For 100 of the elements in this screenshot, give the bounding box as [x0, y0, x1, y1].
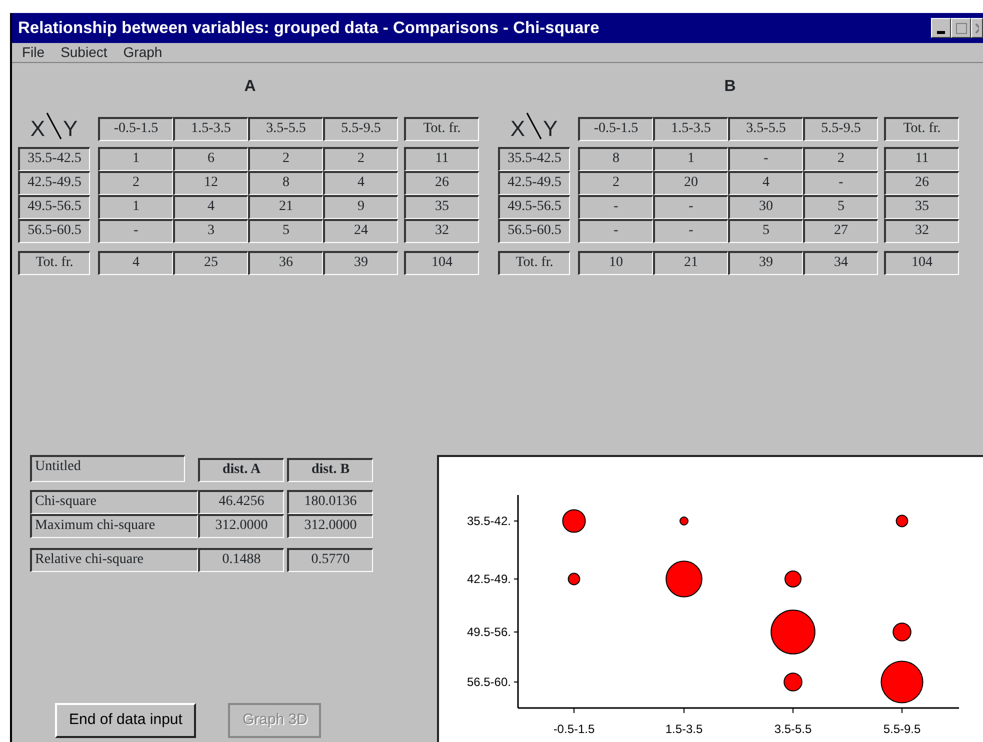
table-cell: 35	[884, 195, 959, 219]
menu-item[interactable]: Subiect	[58, 43, 110, 62]
table-cell: 12	[173, 171, 248, 195]
axis-label: 3.5-5.5	[774, 722, 812, 736]
row-header: 56.5-60.5	[18, 219, 90, 243]
table-cell: 4	[98, 251, 173, 275]
table-cell: 4	[173, 195, 248, 219]
row-header: Chi-square	[30, 490, 198, 514]
column-header: 5.5-9.5	[803, 117, 878, 141]
table-cell: 21	[653, 251, 728, 275]
table-cell: 35	[404, 195, 479, 219]
table-cell: 5	[728, 219, 803, 243]
table-title: B	[724, 77, 736, 97]
table-cell: 0.1488	[198, 548, 284, 572]
table-cell: 26	[884, 171, 959, 195]
table-cell: 39	[728, 251, 803, 275]
row-header: 35.5-42.5	[18, 147, 90, 171]
axis-label: Y	[63, 117, 78, 141]
button[interactable]: End of data input	[55, 703, 196, 738]
table-cell: 1	[653, 147, 728, 171]
table-cell: -	[578, 195, 653, 219]
axis-label: -0.5-1.5	[553, 722, 595, 736]
table-cell: 21	[248, 195, 323, 219]
column-header: dist. B	[287, 458, 373, 482]
row-header: Relative chi-square	[30, 548, 198, 572]
table-cell: 180.0136	[287, 490, 373, 514]
table-cell: 39	[323, 251, 398, 275]
table-cell: 25	[173, 251, 248, 275]
table-cell: 30	[728, 195, 803, 219]
table-cell: 312.0000	[198, 514, 284, 538]
table-cell: 3	[173, 219, 248, 243]
table-cell: 24	[323, 219, 398, 243]
row-header: 49.5-56.5	[18, 195, 90, 219]
table-cell: 8	[248, 171, 323, 195]
axis-label: X	[510, 117, 525, 141]
table-cell: 312.0000	[287, 514, 373, 538]
row-header: Tot. fr.	[18, 251, 90, 275]
axis-label: 49.5-56.	[466, 625, 511, 639]
table-cell: 1	[98, 147, 173, 171]
row-header: 35.5-42.5	[498, 147, 570, 171]
row-header: 56.5-60.5	[498, 219, 570, 243]
table-cell: 27	[803, 219, 878, 243]
table-cell: -	[653, 219, 728, 243]
column-header: -0.5-1.5	[98, 117, 173, 141]
axis-label: 56.5-60.	[466, 675, 511, 689]
table-cell: 104	[404, 251, 479, 275]
table-cell: 32	[404, 219, 479, 243]
table-cell: 20	[653, 171, 728, 195]
table-cell: 0.5770	[287, 548, 373, 572]
column-header: Tot. fr.	[884, 117, 959, 141]
table-cell: 46.4256	[198, 490, 284, 514]
table-cell: 4	[728, 171, 803, 195]
window-title: Relationship between variables: grouped data - Comparisons - Chi-square	[18, 18, 600, 39]
axis-label: Y	[543, 117, 558, 141]
table-cell: 9	[323, 195, 398, 219]
table-cell: 5	[803, 195, 878, 219]
table-cell: 2	[248, 147, 323, 171]
table-cell: 26	[404, 171, 479, 195]
axis-label: X	[30, 117, 45, 141]
table-cell: 104	[884, 251, 959, 275]
axis-label: 1.5-3.5	[665, 722, 703, 736]
title-field[interactable]: Untitled	[30, 455, 185, 482]
table-cell: 8	[578, 147, 653, 171]
column-header: -0.5-1.5	[578, 117, 653, 141]
table-cell: 34	[803, 251, 878, 275]
table-cell: 5	[248, 219, 323, 243]
column-header: 1.5-3.5	[653, 117, 728, 141]
column-header: 5.5-9.5	[323, 117, 398, 141]
table-cell: -	[578, 219, 653, 243]
table-cell: 1	[98, 195, 173, 219]
table-cell: 11	[884, 147, 959, 171]
table-title: A	[244, 77, 256, 97]
column-header: 3.5-5.5	[248, 117, 323, 141]
table-cell: 2	[578, 171, 653, 195]
row-header: 42.5-49.5	[498, 171, 570, 195]
menu-item[interactable]: File	[20, 43, 47, 62]
row-header: 42.5-49.5	[18, 171, 90, 195]
column-header: 3.5-5.5	[728, 117, 803, 141]
table-cell: 36	[248, 251, 323, 275]
menu-item[interactable]: Graph	[121, 43, 164, 62]
table-cell: 2	[803, 147, 878, 171]
axis-label: 35.5-42.	[466, 514, 511, 528]
row-header: Maximum chi-square	[30, 514, 198, 538]
table-cell: 11	[404, 147, 479, 171]
row-header: Tot. fr.	[498, 251, 570, 275]
table-cell: -	[728, 147, 803, 171]
table-cell: 2	[323, 147, 398, 171]
table-cell: 6	[173, 147, 248, 171]
table-cell: 32	[884, 219, 959, 243]
table-cell: -	[653, 195, 728, 219]
axis-label: 42.5-49.	[466, 572, 511, 586]
row-header: 49.5-56.5	[498, 195, 570, 219]
table-cell: -	[98, 219, 173, 243]
table-cell: 4	[323, 171, 398, 195]
table-cell: -	[803, 171, 878, 195]
axis-label: 5.5-9.5	[883, 722, 921, 736]
table-cell: 2	[98, 171, 173, 195]
table-cell: 10	[578, 251, 653, 275]
column-header: 1.5-3.5	[173, 117, 248, 141]
column-header: Tot. fr.	[404, 117, 479, 141]
